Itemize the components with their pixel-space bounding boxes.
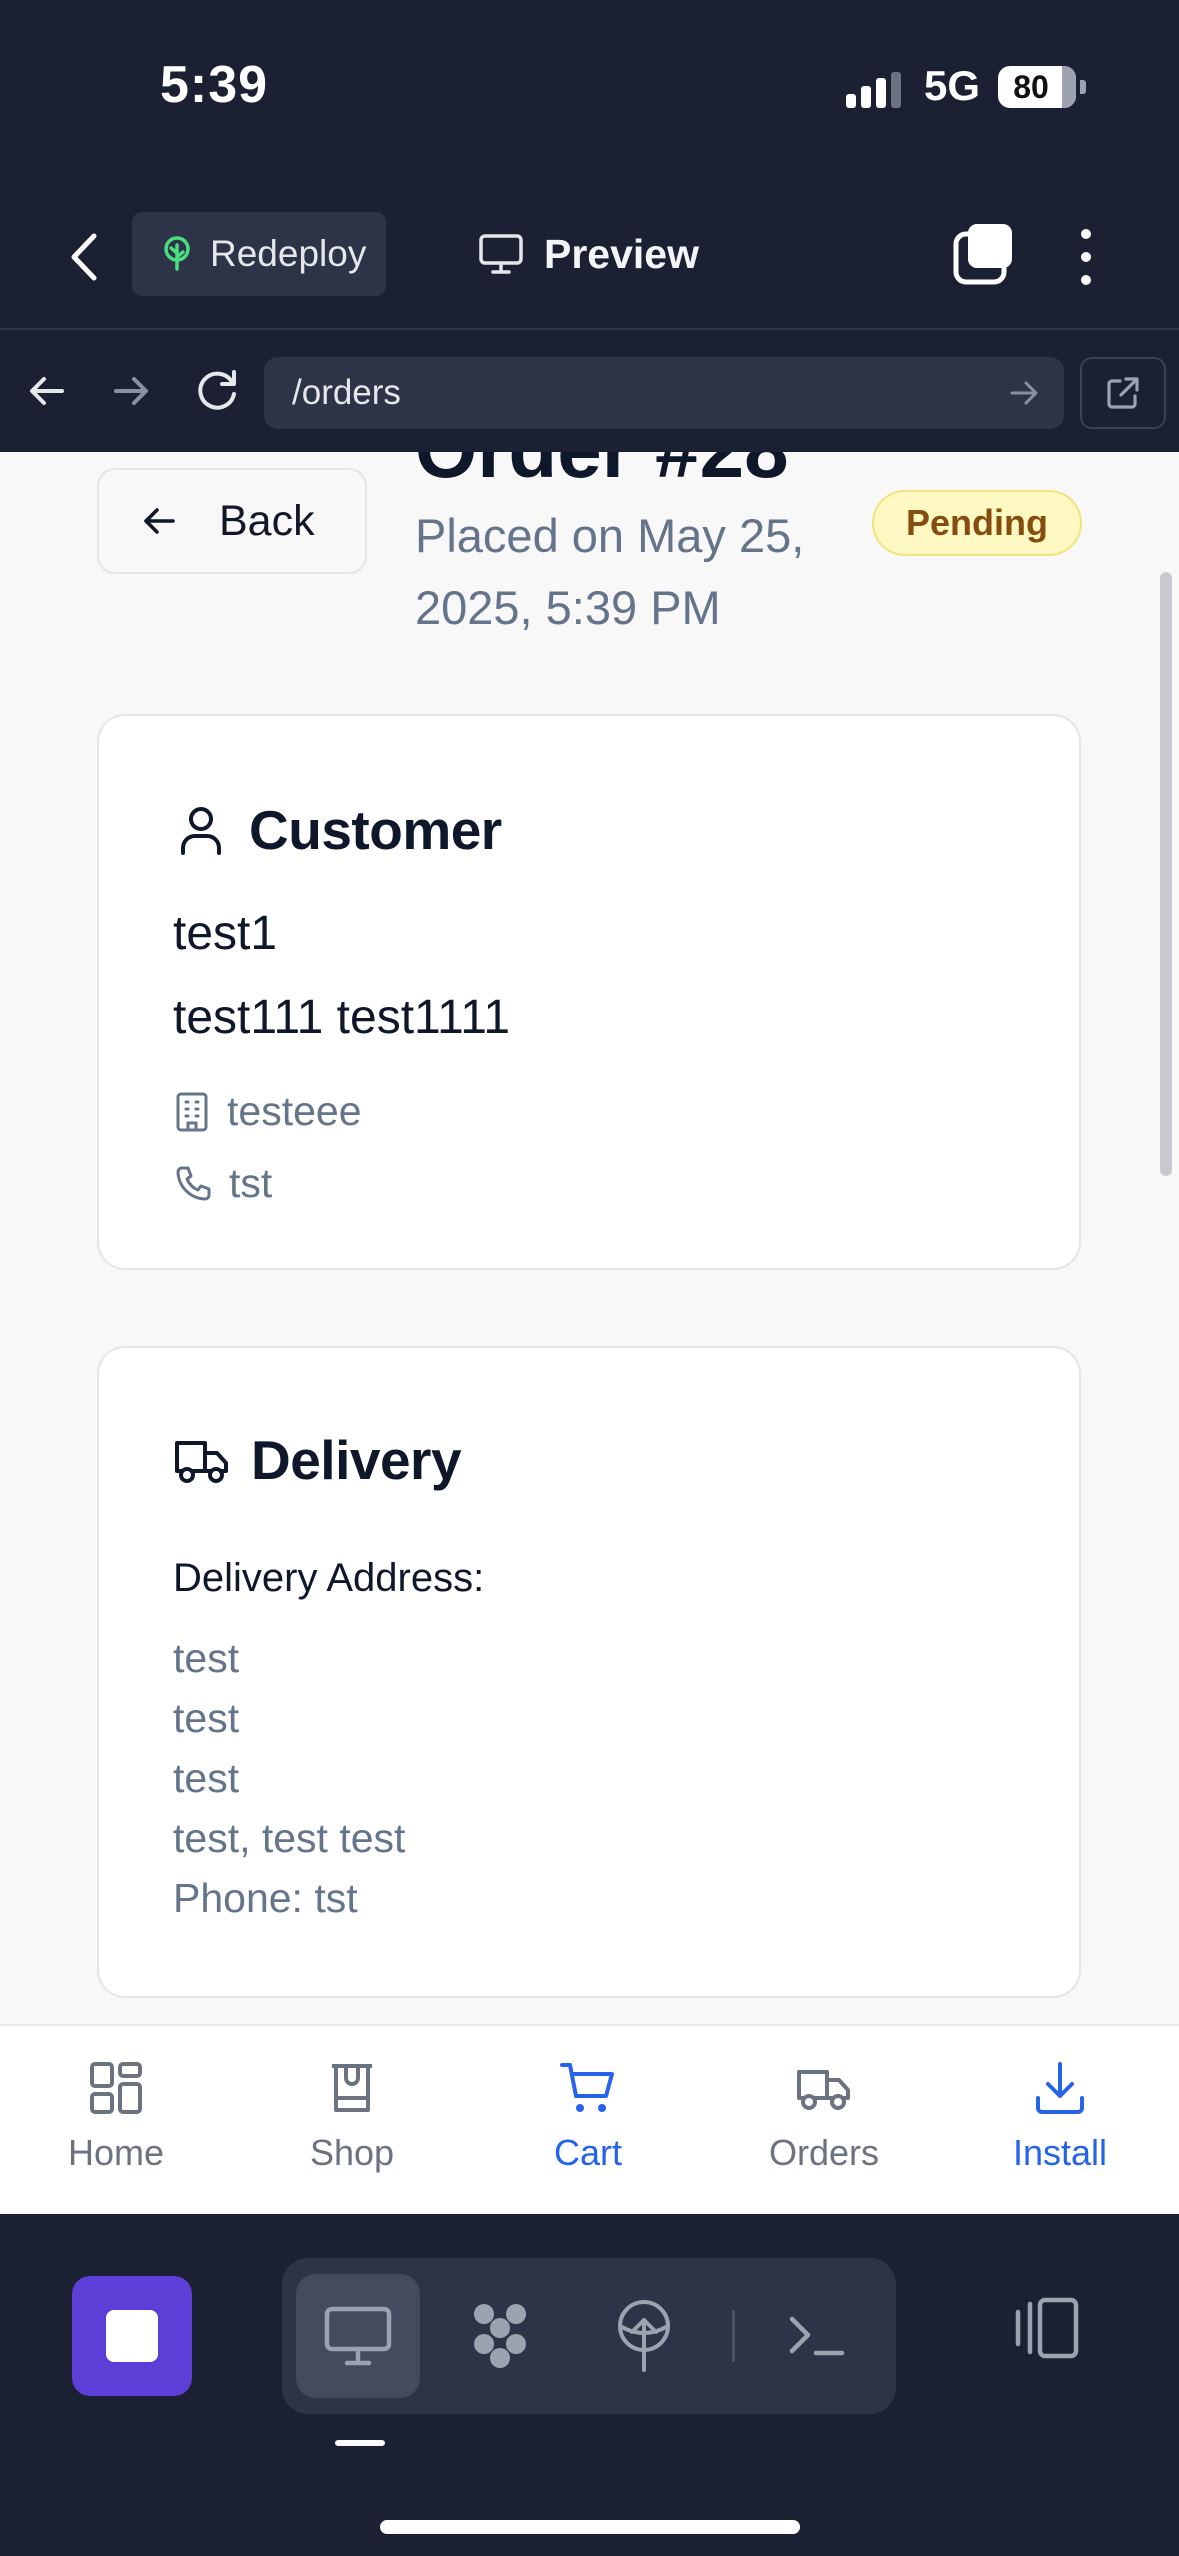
- dock-preview[interactable]: [296, 2274, 420, 2398]
- battery-icon: 80: [998, 66, 1076, 108]
- delivery-address: test test test test, test test Phone: ts…: [173, 1628, 405, 1928]
- truck-icon: [797, 2070, 850, 2110]
- customer-phone: tst: [229, 1160, 273, 1206]
- delivery-card: Delivery Delivery Address: test test tes…: [97, 1346, 1081, 1998]
- network-type: 5G: [924, 62, 981, 109]
- back-button[interactable]: Back: [97, 468, 367, 574]
- dock-workflows[interactable]: [438, 2274, 562, 2398]
- order-detail-page: Order #28 Back Placed on May 25, 2025, 5…: [0, 452, 1179, 2024]
- battery-level: 80: [1013, 69, 1049, 105]
- tab-orders[interactable]: Orders: [724, 2060, 924, 2174]
- download-icon: [1036, 2062, 1084, 2114]
- browser-bar: /orders: [0, 330, 1179, 452]
- building-icon: [176, 1092, 208, 1131]
- go-arrow-icon[interactable]: [1004, 373, 1044, 413]
- address-line: test: [173, 1635, 240, 1681]
- url-text: /orders: [292, 373, 401, 412]
- grid-icon: [90, 2062, 142, 2114]
- cart-icon: [560, 2063, 614, 2112]
- arrow-left-icon: [144, 508, 175, 534]
- panel-toggle-icon[interactable]: [1010, 2292, 1082, 2364]
- more-options-icon[interactable]: [1066, 222, 1106, 292]
- customer-heading: Customer: [249, 799, 502, 861]
- user-icon: [181, 807, 221, 855]
- browser-back-icon[interactable]: [16, 360, 78, 422]
- tabs-icon[interactable]: [948, 220, 1018, 290]
- delivery-heading: Delivery: [251, 1429, 462, 1491]
- tab-shop[interactable]: Shop: [252, 2060, 452, 2174]
- url-field[interactable]: /orders: [264, 357, 1064, 429]
- tab-home-label: Home: [67, 2132, 165, 2173]
- status-bar: 5:39 5G 80: [0, 0, 1179, 180]
- terminal-icon: [789, 2316, 845, 2356]
- address-line: test: [173, 1695, 240, 1741]
- workflow-icon: [474, 2304, 526, 2368]
- tab-install[interactable]: Install: [960, 2060, 1160, 2174]
- address-line: test: [173, 1755, 240, 1801]
- status-badge: Pending: [872, 490, 1082, 556]
- page-title: Order #28: [415, 452, 789, 496]
- preview-button[interactable]: Preview: [478, 212, 699, 296]
- monitor-icon: [324, 2306, 392, 2366]
- bottom-tab-bar: Home Shop Cart Orders Install: [0, 2024, 1179, 2214]
- placed-on-text: Placed on May 25, 2025, 5:39 PM: [415, 509, 805, 634]
- stop-button[interactable]: [72, 2276, 192, 2396]
- phone-icon: [176, 1166, 211, 1200]
- status-time: 5:39: [160, 56, 269, 114]
- preview-label: Preview: [544, 230, 699, 277]
- delivery-address-label: Delivery Address:: [173, 1556, 485, 1600]
- tree-icon: [164, 236, 190, 271]
- company-row: testeee: [173, 1088, 362, 1135]
- tab-install-label: Install: [1012, 2132, 1108, 2173]
- tab-cart[interactable]: Cart: [488, 2060, 688, 2174]
- customer-full-name: test111 test1111: [173, 991, 511, 1044]
- tab-shop-label: Shop: [309, 2132, 395, 2173]
- monitor-icon: [479, 234, 523, 274]
- address-line: test, test test: [173, 1815, 406, 1861]
- truck-icon: [175, 1441, 228, 1483]
- tab-orders-label: Orders: [768, 2132, 880, 2173]
- reload-icon[interactable]: [186, 360, 248, 422]
- redeploy-label: Redeploy: [210, 233, 367, 274]
- open-external-button[interactable]: [1080, 357, 1166, 429]
- tab-cart-label: Cart: [553, 2132, 622, 2173]
- tab-home[interactable]: Home: [16, 2060, 216, 2174]
- dock-tool-group: [282, 2258, 896, 2414]
- app-top-bar: Redeploy Preview: [0, 180, 1179, 330]
- dock-separator: [732, 2310, 735, 2362]
- back-label: Back: [219, 496, 315, 545]
- customer-company: testeee: [227, 1088, 362, 1134]
- customer-username: test1: [173, 907, 278, 960]
- external-link-icon: [1107, 377, 1139, 409]
- redeploy-button[interactable]: Redeploy: [132, 212, 386, 296]
- customer-card: Customer test1 test111 test1111 testeee …: [97, 714, 1081, 1270]
- dock-shell[interactable]: [754, 2274, 878, 2398]
- dock-deploy[interactable]: [582, 2274, 706, 2398]
- bottom-dock: [0, 2214, 1179, 2556]
- delivery-heading-row: Delivery: [173, 1428, 462, 1492]
- active-dock-indicator: [335, 2440, 385, 2446]
- battery-nub: [1080, 80, 1086, 94]
- shop-icon: [332, 2064, 372, 2112]
- browser-forward-icon[interactable]: [100, 360, 162, 422]
- address-phone: Phone: tst: [173, 1875, 358, 1921]
- scrollbar[interactable]: [1160, 572, 1172, 1176]
- signal-icon: [846, 72, 902, 108]
- stop-icon: [106, 2310, 158, 2362]
- phone-row: tst: [173, 1160, 272, 1207]
- customer-heading-row: Customer: [173, 798, 502, 862]
- back-chevron-icon[interactable]: [56, 222, 116, 292]
- deploy-icon: [618, 2300, 670, 2372]
- home-indicator: [380, 2520, 800, 2534]
